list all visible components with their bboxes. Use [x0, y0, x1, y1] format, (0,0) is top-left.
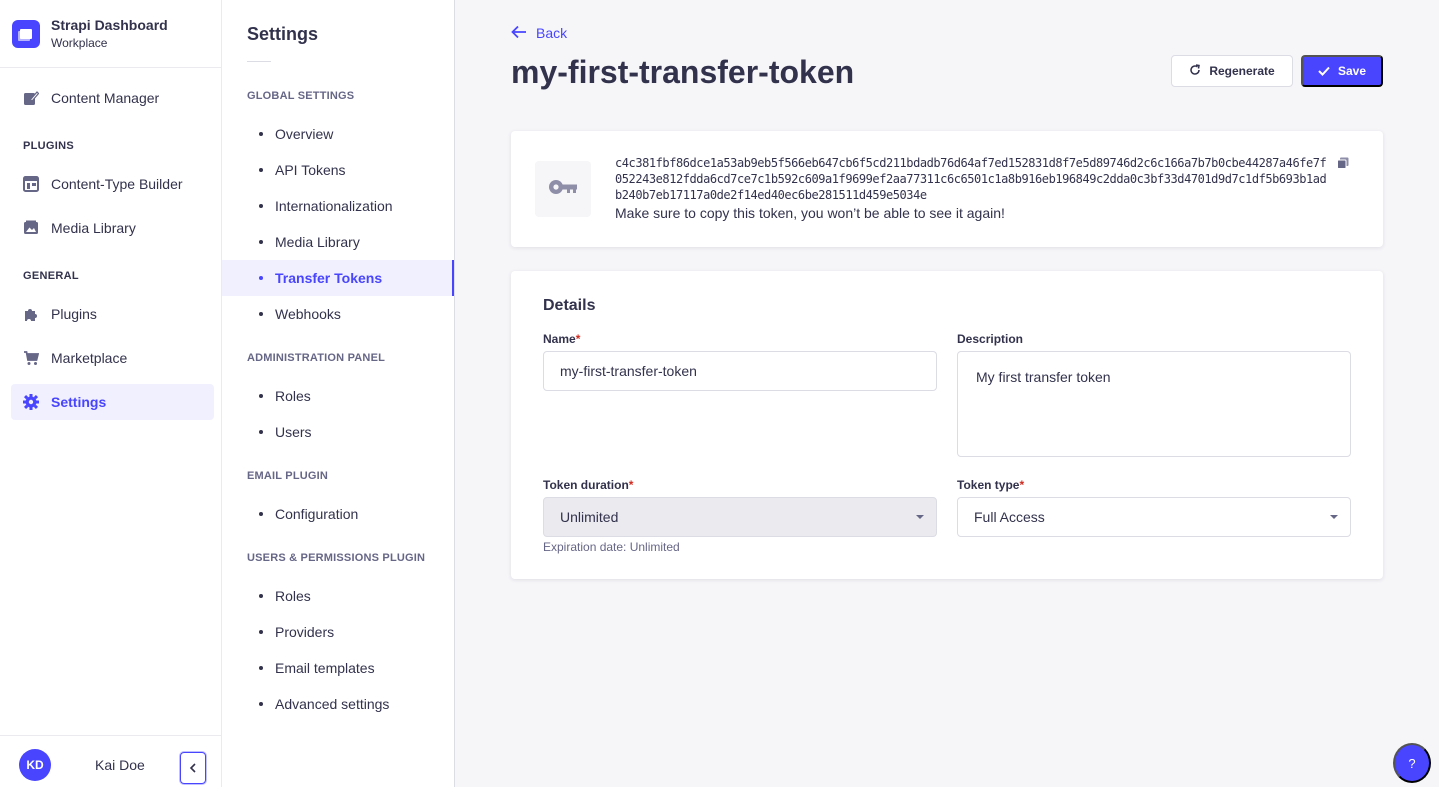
name-label: Name* [543, 332, 580, 346]
brand-header: Strapi Dashboard Workplace [0, 0, 221, 68]
required-marker: * [628, 478, 634, 492]
check-icon [1318, 64, 1330, 79]
token-warning: Make sure to copy this token, you won’t … [615, 205, 1005, 221]
subnav-item-overview[interactable]: Overview [222, 116, 454, 152]
settings-subnav: Settings GLOBAL SETTINGS Overview API To… [222, 0, 455, 787]
nav-item-media-library[interactable]: Media Library [11, 210, 214, 246]
token-value[interactable]: c4c381fbf86dce1a53ab9eb5f566eb647cb6f5cd… [615, 155, 1331, 203]
strapi-logo-icon [12, 19, 40, 48]
brand-title: Strapi Dashboard [51, 16, 168, 33]
refresh-icon [1189, 63, 1201, 79]
subnav-item-providers[interactable]: Providers [222, 614, 454, 650]
nav-item-marketplace[interactable]: Marketplace [11, 340, 214, 376]
collapse-nav-button[interactable] [180, 752, 206, 784]
token-duration-label: Token duration* [543, 478, 633, 492]
user-name[interactable]: Kai Doe [95, 757, 145, 773]
subnav-item-configuration[interactable]: Configuration [222, 496, 454, 532]
subnav-item-api-tokens[interactable]: API Tokens [222, 152, 454, 188]
chevron-left-icon [189, 760, 197, 776]
nav-item-plugins[interactable]: Plugins [11, 296, 214, 332]
name-label-text: Name [543, 332, 576, 346]
nav-label: Content-Type Builder [51, 176, 183, 192]
arrow-left-icon [511, 24, 527, 42]
save-button[interactable]: Save [1301, 55, 1383, 87]
gear-icon [23, 394, 39, 410]
layout-icon [23, 176, 39, 192]
pen-icon [23, 90, 39, 106]
nav-label: Media Library [51, 220, 136, 236]
token-type-label-text: Token type [957, 478, 1020, 492]
description-label: Description [957, 332, 1024, 346]
subnav-item-admin-roles[interactable]: Roles [222, 378, 454, 414]
nav-item-content-type-builder[interactable]: Content-Type Builder [11, 166, 214, 202]
subnav-section-administration-panel: ADMINISTRATION PANEL [247, 352, 386, 364]
avatar[interactable]: KD [19, 749, 51, 781]
subnav-section-users-permissions: USERS & PERMISSIONS PLUGIN [247, 552, 426, 564]
puzzle-icon [23, 306, 39, 322]
image-icon [23, 220, 39, 236]
save-label: Save [1337, 64, 1367, 78]
caret-down-icon [916, 515, 924, 519]
token-card: c4c381fbf86dce1a53ab9eb5f566eb647cb6f5cd… [511, 131, 1383, 247]
key-icon-box [535, 161, 591, 217]
required-marker: * [575, 332, 581, 346]
subnav-title: Settings [247, 24, 319, 44]
expiration-hint: Expiration date: Unlimited [543, 540, 680, 554]
caret-down-icon [1330, 515, 1338, 519]
name-input-value: my-first-transfer-token [560, 363, 697, 379]
help-button[interactable]: ? [1393, 743, 1431, 783]
subnav-item-transfer-tokens[interactable]: Transfer Tokens [222, 260, 454, 296]
nav-item-settings[interactable]: Settings [11, 384, 214, 420]
page-title: my-first-transfer-token [511, 54, 855, 90]
token-type-select[interactable]: Full Access [957, 497, 1351, 537]
brand-subtitle: Workplace [51, 35, 108, 50]
nav-label: Marketplace [51, 350, 128, 366]
required-marker: * [1019, 478, 1025, 492]
regenerate-label: Regenerate [1209, 64, 1275, 78]
subnav-item-internationalization[interactable]: Internationalization [222, 188, 454, 224]
subnav-item-advanced-settings[interactable]: Advanced settings [222, 686, 454, 722]
divider [247, 61, 271, 62]
subnav-item-webhooks[interactable]: Webhooks [222, 296, 454, 332]
nav-section-plugins: PLUGINS [23, 140, 74, 152]
subnav-item-email-templates[interactable]: Email templates [222, 650, 454, 686]
key-icon [548, 179, 578, 200]
copy-icon[interactable] [1337, 156, 1349, 169]
nav-item-content-manager[interactable]: Content Manager [11, 80, 214, 116]
token-duration-value: Unlimited [560, 509, 619, 525]
token-type-value: Full Access [974, 509, 1045, 525]
subnav-item-up-roles[interactable]: Roles [222, 578, 454, 614]
subnav-item-media-library[interactable]: Media Library [222, 224, 454, 260]
description-value: My first transfer token [976, 369, 1111, 385]
details-title: Details [543, 297, 596, 314]
subnav-item-users[interactable]: Users [222, 414, 454, 450]
regenerate-button[interactable]: Regenerate [1171, 55, 1293, 87]
cart-icon [23, 350, 39, 366]
back-label: Back [536, 25, 568, 41]
main-nav: Strapi Dashboard Workplace Content Manag… [0, 0, 222, 787]
token-duration-select[interactable]: Unlimited [543, 497, 937, 537]
nav-label: Plugins [51, 306, 97, 322]
description-textarea[interactable]: My first transfer token [957, 351, 1351, 457]
nav-section-general: GENERAL [23, 270, 79, 282]
back-link[interactable]: Back [511, 24, 567, 42]
name-input[interactable]: my-first-transfer-token [543, 351, 937, 391]
nav-label: Content Manager [51, 90, 160, 106]
details-card: Details Name* my-first-transfer-token De… [511, 271, 1383, 579]
token-duration-label-text: Token duration [543, 478, 629, 492]
subnav-section-global-settings: GLOBAL SETTINGS [247, 90, 355, 102]
subnav-section-email-plugin: EMAIL PLUGIN [247, 470, 329, 482]
user-footer: KD Kai Doe [0, 735, 222, 787]
nav-label: Settings [51, 394, 107, 410]
token-type-label: Token type* [957, 478, 1024, 492]
